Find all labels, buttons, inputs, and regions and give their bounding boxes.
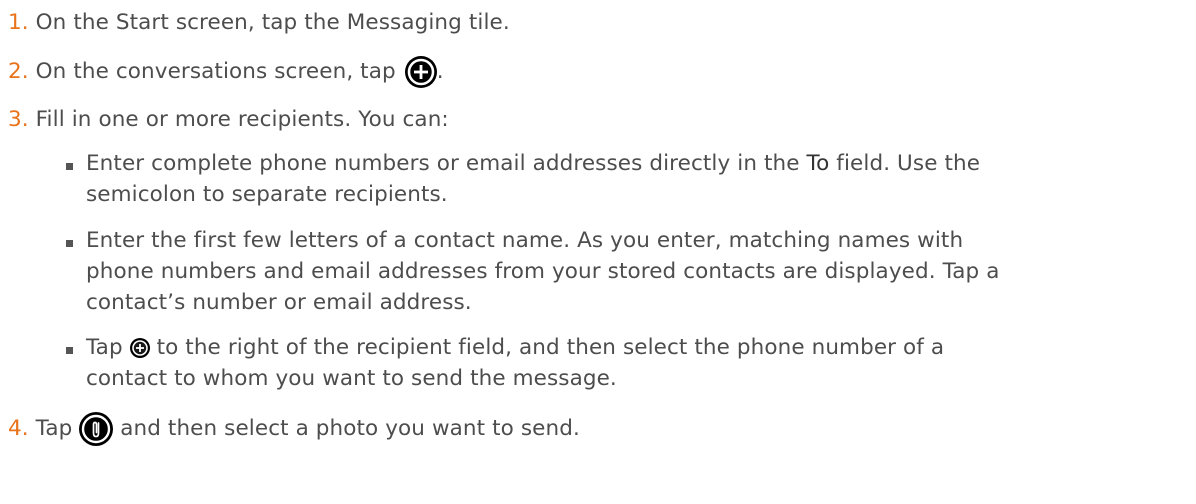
step-3: 3. Fill in one or more recipients. You c… (8, 105, 449, 135)
bullet-1-line-1: Enter complete phone numbers or email ad… (86, 149, 980, 179)
bullet-1-line-2: semicolon to separate recipients. (86, 182, 448, 207)
step-1: 1. On the Start screen, tap the Messagin… (8, 8, 510, 38)
step-number: 2. (8, 59, 29, 84)
bullet-3-line-1: Tap to the right of the recipient field,… (86, 333, 944, 363)
step-text: Tap (35, 416, 73, 441)
step-number: 1. (8, 10, 29, 35)
step-4: 4. Tap and then select a photo you want … (8, 412, 580, 446)
step-text-end: and then select a photo you want to send… (120, 416, 580, 441)
bullet-marker (66, 163, 73, 170)
step-text: Fill in one or more recipients. You can: (35, 107, 449, 132)
bullet-2-line-3: contact’s number or email address. (86, 290, 472, 315)
bullet-text: to the right of the recipient field, and… (156, 335, 945, 360)
field-name-to: To (806, 151, 830, 176)
bullet-3-line-2: contact to whom you want to send the mes… (86, 366, 617, 391)
add-circle-icon (404, 56, 437, 88)
bullet-text: Enter complete phone numbers or email ad… (86, 151, 800, 176)
add-circle-small-icon (129, 338, 150, 358)
step-2: 2. On the conversations screen, tap . (8, 56, 444, 88)
bullet-text: field. Use the (836, 151, 981, 176)
step-text: On the Start screen, tap the Messaging t… (35, 10, 510, 35)
step-text: On the conversations screen, tap (35, 59, 396, 84)
attach-paperclip-icon (79, 412, 114, 446)
step-number: 3. (8, 107, 29, 132)
bullet-2-line-2: phone numbers and email addresses from y… (86, 259, 1000, 284)
step-text-end: . (436, 59, 444, 84)
step-number: 4. (8, 416, 29, 441)
bullet-marker (66, 347, 73, 354)
bullet-text: Tap (86, 335, 123, 360)
bullet-marker (66, 240, 73, 247)
bullet-2-line-1: Enter the first few letters of a contact… (86, 228, 964, 253)
